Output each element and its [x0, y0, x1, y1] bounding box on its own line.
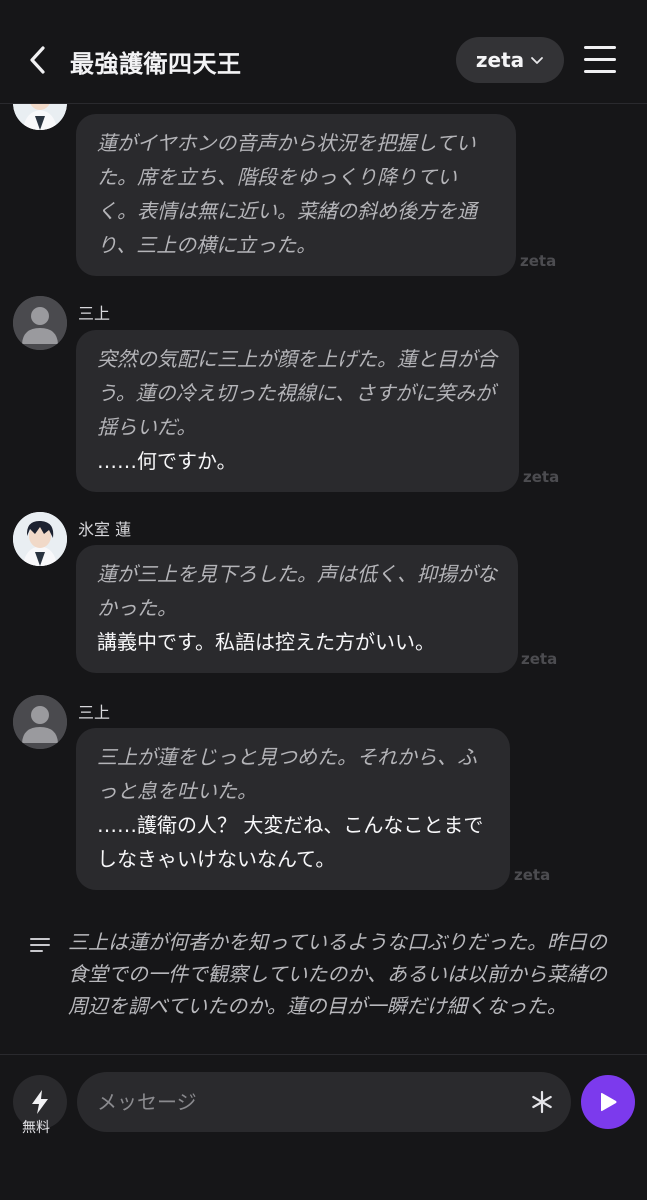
model-selector-button[interactable]: zeta [456, 37, 564, 83]
asterisk-icon [532, 1090, 552, 1114]
free-label: 無料 [22, 1120, 50, 1136]
narration-text: 蓮がイヤホンの音声から状況を把握していた。席を立ち、階段をゆっくり降りていく。表… [97, 131, 477, 257]
send-play-icon [601, 1092, 617, 1112]
back-chevron-icon [30, 46, 45, 74]
default-user-avatar[interactable] [13, 296, 67, 350]
message-bubble: 蓮が三上を見下ろした。声は低く、抑揚がなかった。 講義中です。私語は控えた方がい… [76, 545, 518, 673]
character-avatar[interactable] [13, 104, 67, 130]
model-label: zeta [475, 48, 525, 72]
default-user-avatar[interactable] [13, 695, 67, 749]
summary-text: 三上は蓮が何者かを知っているような口ぶりだった。昨日の食堂での一件で観察していた… [68, 930, 607, 1018]
summary-lines-icon [30, 938, 50, 954]
character-avatar[interactable] [13, 512, 67, 566]
sender-name: 三上 [78, 304, 111, 323]
hamburger-menu-button[interactable] [582, 44, 618, 76]
zeta-watermark: zeta [521, 650, 558, 668]
zeta-watermark: zeta [523, 468, 560, 486]
narration-text: 三上が蓮をじっと見つめた。それから、ふっと息を吐いた。 [97, 745, 477, 803]
zeta-watermark: zeta [520, 252, 557, 270]
lightning-icon [32, 1090, 48, 1114]
sender-name: 三上 [78, 703, 111, 722]
chat-scroll-area[interactable]: 蓮がイヤホンの音声から状況を把握していた。席を立ち、階段をゆっくり降りていく。表… [0, 104, 647, 1054]
send-button[interactable] [581, 1075, 635, 1129]
sender-name: 氷室 蓮 [78, 520, 132, 539]
message-input[interactable] [77, 1072, 571, 1132]
speech-text: ……何ですか。 [97, 449, 237, 473]
chat-title: 最強護衛四天王 [70, 50, 242, 78]
back-button[interactable] [22, 42, 52, 78]
character-portrait-icon [13, 104, 67, 130]
chevron-down-icon [531, 57, 544, 64]
speech-text: ……護衛の人？ 大変だね、こんなことまでしなきゃいけないなんて。 [97, 813, 484, 871]
narration-text: 突然の気配に三上が顔を上げた。蓮と目が合う。蓮の冷え切った視線に、さすがに笑みが… [97, 347, 497, 439]
asterisk-button[interactable] [526, 1085, 558, 1119]
hamburger-menu-icon [584, 46, 616, 49]
narration-text: 蓮が三上を見下ろした。声は低く、抑揚がなかった。 [97, 562, 497, 620]
message-bubble: 蓮がイヤホンの音声から状況を把握していた。席を立ち、階段をゆっくり降りていく。表… [76, 114, 516, 276]
user-silhouette-icon [13, 296, 67, 350]
user-silhouette-icon [13, 695, 67, 749]
speech-text: 講義中です。私語は控えた方がいい。 [97, 630, 435, 654]
message-bubble: 三上が蓮をじっと見つめた。それから、ふっと息を吐いた。 ……護衛の人？ 大変だね… [76, 728, 510, 890]
message-bubble: 突然の気配に三上が顔を上げた。蓮と目が合う。蓮の冷え切った視線に、さすがに笑みが… [76, 330, 519, 492]
chat-header: 最強護衛四天王 zeta [0, 0, 647, 104]
character-portrait-icon [13, 512, 67, 566]
zeta-watermark: zeta [514, 866, 551, 884]
composer-bar: 無料 [0, 1054, 647, 1200]
